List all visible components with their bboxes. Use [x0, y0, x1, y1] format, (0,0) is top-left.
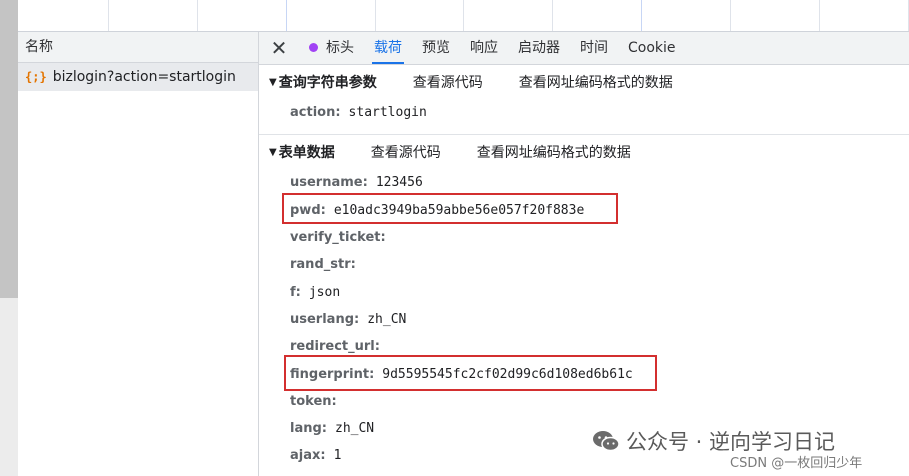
param-key: verify_ticket: — [290, 230, 386, 246]
section-title: 表单数据 — [278, 145, 335, 162]
param-row: rand_str: — [259, 251, 909, 278]
tab-payload[interactable]: 载荷 — [364, 32, 412, 64]
detail-pane: ✕ 标头 载荷 预览 响应 启动器 时间 Cookie ▼ 查询字符串参数 查看… — [259, 32, 909, 476]
highlight-box-pwd — [282, 193, 618, 224]
waterfall-gridline — [375, 0, 376, 31]
param-value: json — [308, 284, 341, 300]
section-title: 查询字符串参数 — [278, 75, 377, 91]
waterfall-gridline — [286, 0, 287, 31]
request-row[interactable]: {;} bizlogin?action=startlogin — [18, 63, 258, 91]
view-source-link[interactable]: 查看源代码 — [413, 72, 483, 92]
tab-label: 预览 — [422, 40, 450, 56]
waterfall-gridline — [552, 0, 553, 31]
request-list: 名称 {;} bizlogin?action=startlogin — [18, 32, 259, 476]
tab-label: 载荷 — [374, 40, 402, 56]
view-url-encoded-link[interactable]: 查看网址编码格式的数据 — [519, 72, 673, 92]
request-name: bizlogin?action=startlogin — [52, 69, 236, 85]
waterfall-gridline — [463, 0, 464, 31]
param-row: userlang: zh_CN — [259, 306, 909, 333]
param-key: action: — [290, 105, 341, 121]
list-header-name[interactable]: 名称 — [18, 32, 258, 63]
waterfall-gridline — [641, 0, 642, 31]
modified-dot-icon — [309, 43, 318, 52]
param-key: redirect_url: — [290, 339, 380, 355]
tab-label: Cookie — [628, 40, 676, 56]
tab-label: 标头 — [326, 40, 354, 56]
view-url-encoded-link[interactable]: 查看网址编码格式的数据 — [477, 142, 631, 162]
form-section-header[interactable]: ▼ 表单数据 查看源代码 查看网址编码格式的数据 — [259, 135, 909, 169]
waterfall-gridline — [730, 0, 731, 31]
tab-timing[interactable]: 时间 — [570, 32, 618, 64]
param-row: token: — [259, 388, 909, 415]
caret-down-icon[interactable]: ▼ — [269, 77, 277, 88]
param-key: ajax: — [290, 448, 326, 464]
xhr-icon: {;} — [25, 70, 47, 84]
param-row: verify_ticket: — [259, 224, 909, 251]
left-scrollbar[interactable] — [0, 0, 18, 298]
param-value: 123456 — [375, 175, 423, 191]
param-key: f: — [290, 284, 301, 300]
param-value: startlogin — [348, 105, 427, 121]
param-row: action: startlogin — [259, 99, 909, 126]
param-key: userlang: — [290, 311, 360, 327]
waterfall-gridline — [108, 0, 109, 31]
watermark-csdn: CSDN @一枚回归少年 — [730, 456, 863, 471]
close-icon[interactable]: ✕ — [259, 36, 299, 60]
param-value: zh_CN — [335, 421, 375, 437]
tab-label: 时间 — [580, 40, 608, 56]
param-row: f: json — [259, 278, 909, 305]
query-section-header[interactable]: ▼ 查询字符串参数 查看源代码 查看网址编码格式的数据 — [259, 65, 909, 99]
tab-label: 启动器 — [518, 40, 560, 56]
tab-headers[interactable]: 标头 — [299, 32, 364, 64]
waterfall-gridline — [819, 0, 820, 31]
caret-down-icon[interactable]: ▼ — [269, 147, 277, 158]
detail-tabbar: ✕ 标头 载荷 预览 响应 启动器 时间 Cookie — [259, 32, 909, 65]
tab-initiator[interactable]: 启动器 — [508, 32, 570, 64]
tab-response[interactable]: 响应 — [460, 32, 508, 64]
param-key: rand_str: — [290, 257, 356, 273]
param-value: zh_CN — [367, 311, 407, 327]
param-key: username: — [290, 175, 368, 191]
left-scrollbar-track — [0, 298, 18, 476]
highlight-box-fingerprint — [284, 355, 657, 391]
waterfall-gridline — [197, 0, 198, 31]
waterfall-strip — [0, 0, 909, 32]
param-value: 1 — [333, 448, 342, 464]
param-key: token: — [290, 393, 337, 409]
wechat-icon — [593, 431, 620, 452]
param-key: lang: — [290, 421, 327, 437]
tab-label: 响应 — [470, 40, 498, 56]
tab-cookies[interactable]: Cookie — [618, 32, 686, 64]
view-source-link[interactable]: 查看源代码 — [371, 142, 441, 162]
tab-preview[interactable]: 预览 — [412, 32, 460, 64]
